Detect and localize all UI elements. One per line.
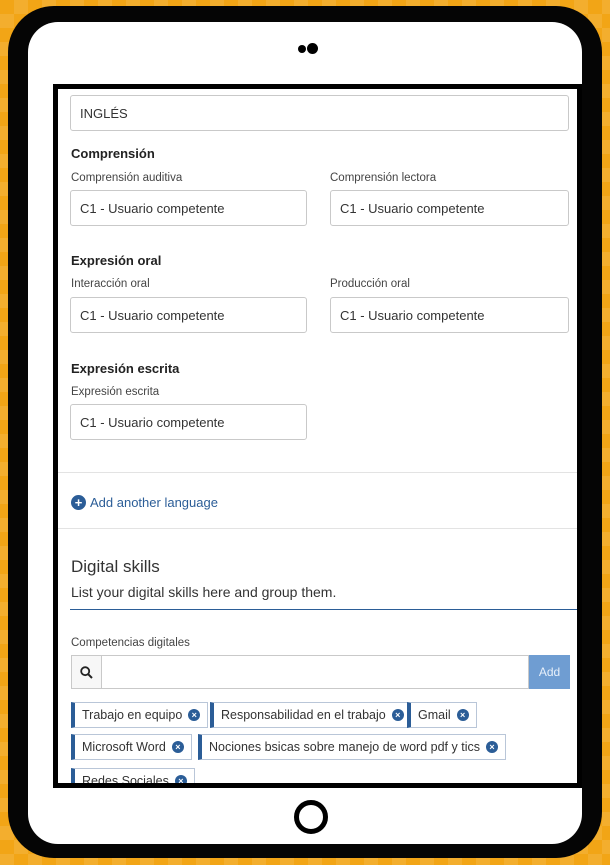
comprension-auditiva-select[interactable]: C1 - Usuario competente <box>70 190 307 226</box>
comprension-lectora-select[interactable]: C1 - Usuario competente <box>330 190 569 226</box>
digital-skills-subtitle: List your digital skills here and group … <box>71 584 337 600</box>
add-skill-button[interactable]: Add <box>529 655 570 689</box>
expresion-escrita-heading: Expresión escrita <box>71 361 180 376</box>
remove-chip-icon[interactable]: × <box>485 741 498 753</box>
skill-chip-label: Redes Sociales <box>82 774 169 788</box>
section-divider <box>58 472 577 473</box>
comprension-lectora-label: Comprensión lectora <box>330 172 437 184</box>
skill-chip[interactable]: Microsoft Word × <box>71 734 192 760</box>
expresion-oral-heading: Expresión oral <box>71 253 162 268</box>
cv-form: INGLÉS Comprensión Comprensión auditiva … <box>58 89 577 783</box>
language-name-field[interactable]: INGLÉS <box>70 95 569 131</box>
skill-chip-label: Microsoft Word <box>82 740 166 754</box>
remove-chip-icon[interactable]: × <box>174 775 187 783</box>
skill-chip[interactable]: Redes Sociales × <box>71 768 195 788</box>
interaccion-oral-select[interactable]: C1 - Usuario competente <box>70 297 307 333</box>
skill-chip-label: Gmail <box>418 708 451 722</box>
produccion-oral-label: Producción oral <box>330 278 410 290</box>
remove-chip-icon[interactable]: × <box>391 709 404 721</box>
digital-skills-title: Digital skills <box>71 557 160 576</box>
search-icon[interactable] <box>71 655 101 689</box>
skill-chip-label: Responsabilidad en el trabajo <box>221 708 386 722</box>
skill-chip-label: Trabajo en equipo <box>82 708 183 722</box>
remove-chip-icon[interactable]: × <box>171 741 184 753</box>
skill-chip[interactable]: Responsabilidad en el trabajo × <box>210 702 412 728</box>
expresion-escrita-label: Expresión escrita <box>71 386 160 398</box>
skill-chip[interactable]: Gmail × <box>407 702 477 728</box>
tablet-screen: INGLÉS Comprensión Comprensión auditiva … <box>53 84 582 788</box>
comprension-heading: Comprensión <box>71 146 155 161</box>
digital-skills-underline <box>70 609 577 610</box>
expresion-escrita-select[interactable]: C1 - Usuario competente <box>70 404 307 440</box>
skills-group-label: Competencias digitales <box>71 637 190 649</box>
skill-chip[interactable]: Nociones bsicas sobre manejo de word pdf… <box>198 734 506 760</box>
produccion-oral-select[interactable]: C1 - Usuario competente <box>330 297 569 333</box>
skill-chip-label: Nociones bsicas sobre manejo de word pdf… <box>209 740 480 754</box>
add-language-label: Add another language <box>90 495 218 510</box>
home-button[interactable] <box>294 800 328 834</box>
remove-chip-icon[interactable]: × <box>456 709 469 721</box>
section-divider <box>58 528 577 529</box>
skill-search-input[interactable] <box>101 655 529 689</box>
skill-chip[interactable]: Trabajo en equipo × <box>71 702 209 728</box>
remove-chip-icon[interactable]: × <box>188 709 201 721</box>
comprension-auditiva-label: Comprensión auditiva <box>71 172 183 184</box>
skill-search-row: Add <box>71 655 570 689</box>
interaccion-oral-label: Interacción oral <box>71 278 150 290</box>
plus-circle-icon: + <box>71 495 86 510</box>
add-language-link[interactable]: + Add another language <box>71 495 218 510</box>
camera-icon <box>298 42 328 54</box>
